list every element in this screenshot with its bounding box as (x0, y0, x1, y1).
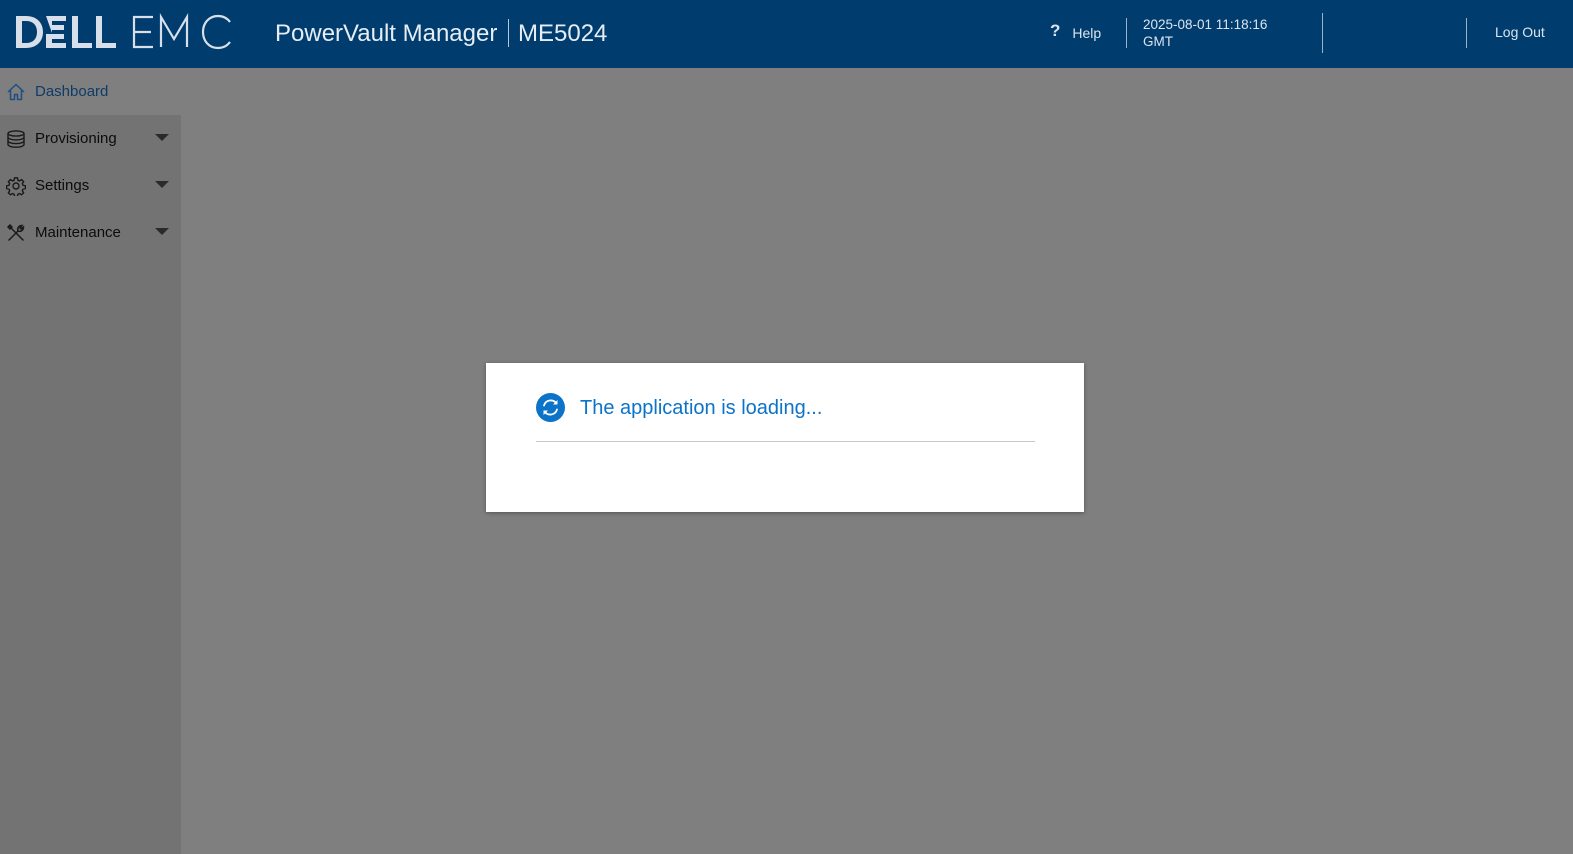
sidebar-nav: Dashboard Provisioning Settings Maintena… (0, 68, 181, 854)
dialog-divider (536, 441, 1035, 442)
help-label: Help (1072, 25, 1102, 41)
datetime-value: 2025-08-01 11:18:16 (1143, 17, 1268, 32)
sidebar-item-settings[interactable]: Settings (0, 162, 181, 209)
system-datetime: 2025-08-01 11:18:16 GMT (1143, 16, 1267, 50)
sidebar-item-label: Dashboard (35, 83, 109, 100)
sidebar-item-provisioning[interactable]: Provisioning (0, 115, 181, 162)
logout-button[interactable]: Log Out (1495, 24, 1545, 40)
title-divider (508, 19, 509, 47)
loading-message: The application is loading... (580, 397, 823, 419)
header-divider (1322, 13, 1323, 53)
chevron-down-icon[interactable] (155, 181, 169, 188)
header-divider (1466, 18, 1467, 48)
database-icon (5, 128, 27, 150)
gear-icon (5, 175, 27, 197)
sidebar-item-maintenance[interactable]: Maintenance (0, 209, 181, 256)
home-icon (5, 81, 27, 103)
top-header: PowerVault Manager ME5024 ? Help 2025-08… (0, 0, 1573, 68)
sidebar-item-label: Settings (35, 177, 90, 194)
model-name: ME5024 (518, 20, 608, 47)
question-mark-icon: ? (1050, 21, 1061, 40)
chevron-down-icon[interactable] (155, 228, 169, 235)
tools-icon (5, 222, 27, 244)
product-title: PowerVault Manager (275, 20, 498, 47)
loading-dialog: The application is loading... (486, 363, 1084, 512)
header-divider (1126, 18, 1127, 48)
dell-emc-logo-icon (16, 12, 231, 50)
help-link[interactable]: ? Help (1050, 21, 1102, 44)
refresh-icon (536, 393, 565, 422)
sidebar-item-label: Provisioning (35, 130, 117, 147)
chevron-down-icon[interactable] (155, 134, 169, 141)
sidebar-item-dashboard[interactable]: Dashboard (0, 68, 181, 115)
dell-emc-logo (16, 12, 232, 52)
timezone-label: GMT (1143, 34, 1173, 49)
sidebar-item-label: Maintenance (35, 224, 121, 241)
